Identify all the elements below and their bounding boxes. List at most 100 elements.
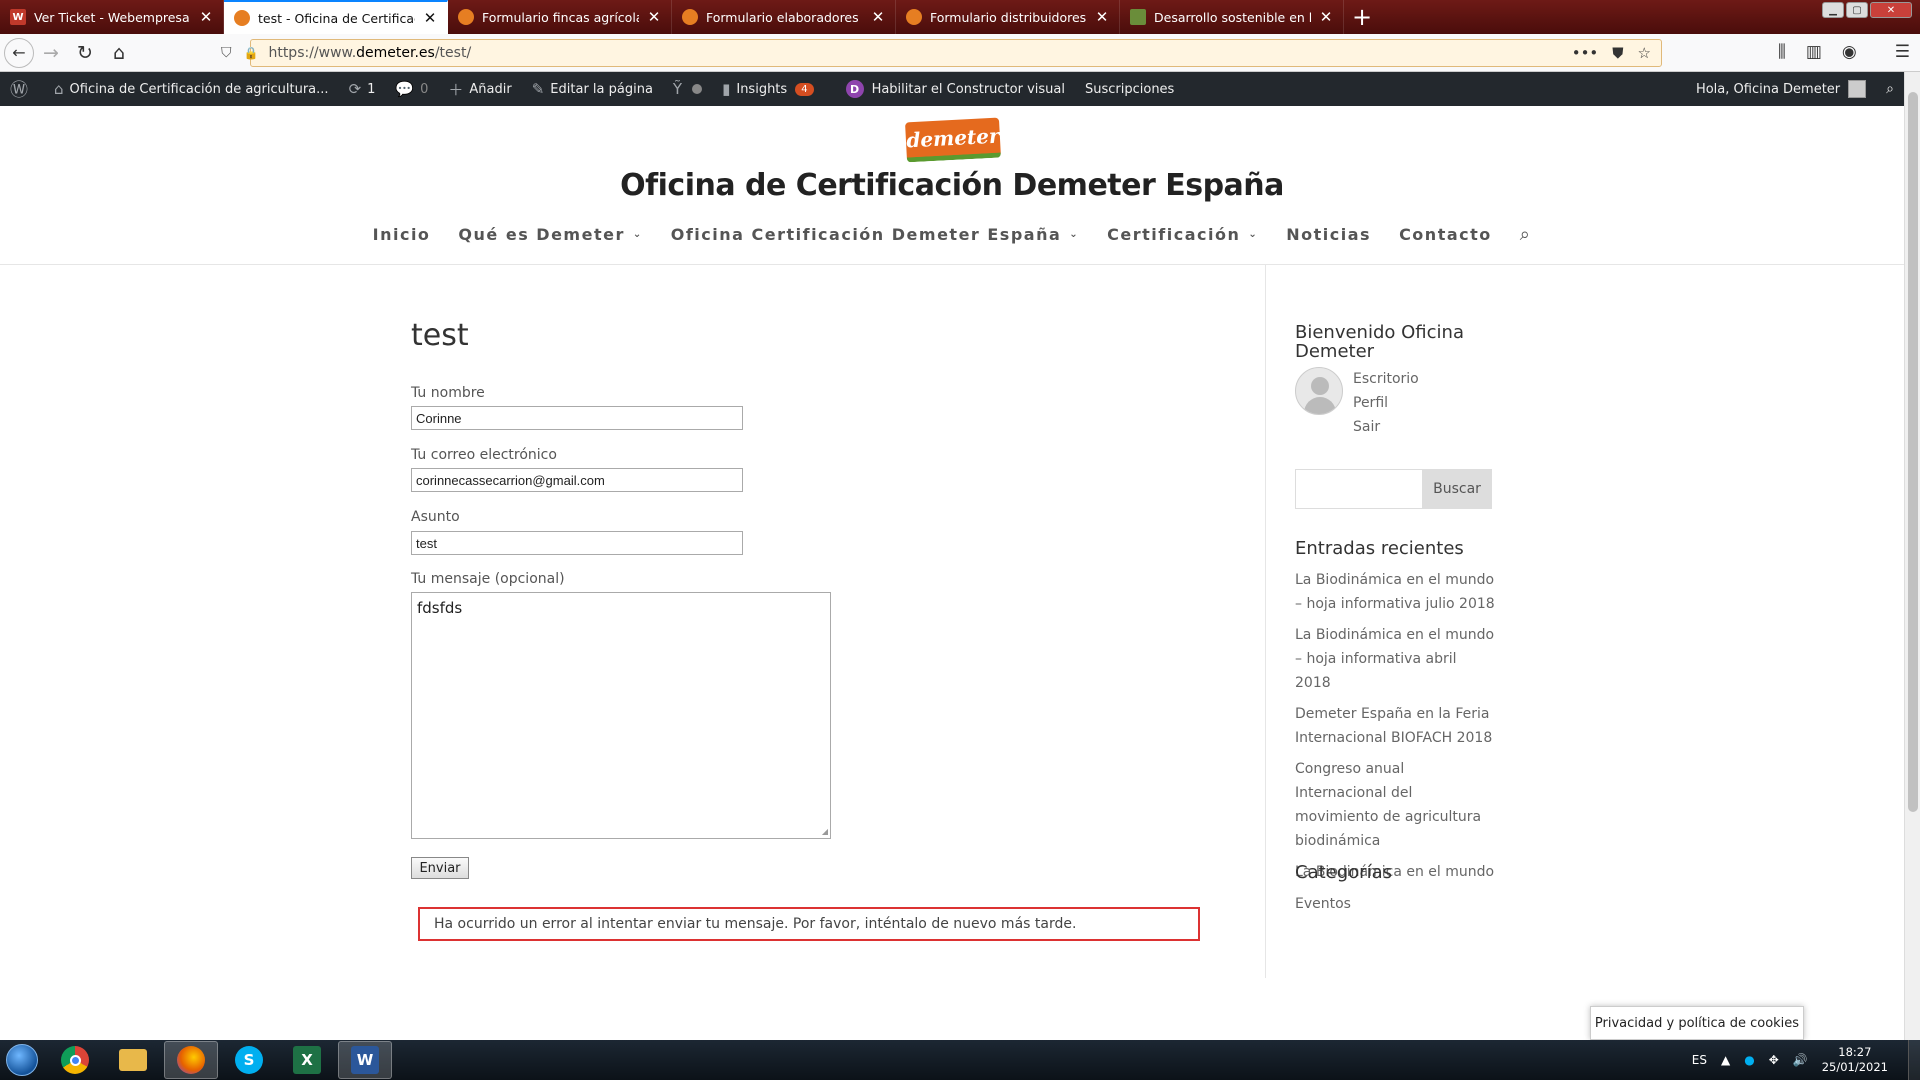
close-tab-icon[interactable]: ✕ xyxy=(423,9,437,27)
subscriptions-link[interactable]: Suscripciones xyxy=(1075,72,1184,106)
nav-item-inicio[interactable]: Inicio xyxy=(359,224,445,245)
bookmark-star-icon[interactable]: ☆ xyxy=(1638,44,1651,62)
start-button[interactable] xyxy=(0,1040,44,1080)
scrollbar-thumb[interactable] xyxy=(1908,92,1918,812)
cookie-policy-button[interactable]: Privacidad y política de cookies xyxy=(1590,1006,1804,1040)
chevron-down-icon: ⌄ xyxy=(1248,229,1259,240)
window-controls: ▁ ▢ ✕ xyxy=(1820,2,1912,18)
content-sidebar-divider xyxy=(1265,265,1266,978)
nav-item-contacto[interactable]: Contacto xyxy=(1385,224,1506,245)
home-icon[interactable]: ⌂ xyxy=(102,37,136,69)
menu-hamburger-icon[interactable]: ☰ xyxy=(1895,42,1910,62)
comments-count: 0 xyxy=(420,81,429,97)
tray-expand-icon[interactable]: ▲ xyxy=(1721,1053,1730,1067)
tracking-shield-icon[interactable]: ⛉ xyxy=(221,45,232,61)
send-button[interactable]: Enviar xyxy=(411,857,469,879)
skype-tray-icon[interactable]: ● xyxy=(1744,1053,1754,1067)
site-favicon-icon xyxy=(682,9,698,25)
clock[interactable]: 18:27 25/01/2021 xyxy=(1822,1045,1888,1075)
page-scrollbar[interactable] xyxy=(1904,72,1920,1040)
edit-label: Editar la página xyxy=(550,81,653,97)
dropbox-tray-icon[interactable]: ✥ xyxy=(1769,1053,1779,1067)
visual-builder-link[interactable]: D Habilitar el Constructor visual xyxy=(836,72,1075,106)
recent-post-link[interactable]: La Biodinámica en el mundo – hoja inform… xyxy=(1295,623,1495,695)
forward-arrow-icon[interactable]: → xyxy=(34,37,68,69)
my-account-menu[interactable]: Hola, Oficina Demeter xyxy=(1686,72,1876,106)
wordpress-logo-icon[interactable]: Ⓦ xyxy=(0,72,44,106)
browser-tab[interactable]: Formulario fincas agrícolas y/o ✕ xyxy=(448,0,672,34)
insights-label: Insights xyxy=(736,81,788,97)
recent-post-link[interactable]: Congreso anual Internacional del movimie… xyxy=(1295,757,1495,853)
pocket-icon[interactable]: ⛊ xyxy=(1612,44,1623,62)
close-tab-icon[interactable]: ✕ xyxy=(199,8,213,26)
nav-item-que-es-demeter[interactable]: Qué es Demeter ⌄ xyxy=(444,224,656,245)
user-avatar-icon xyxy=(1295,367,1343,415)
taskbar-word[interactable]: W xyxy=(338,1041,392,1079)
back-arrow-icon[interactable]: ← xyxy=(4,37,34,68)
browser-tab[interactable]: Desarrollo sostenible en la sierra ✕ xyxy=(1120,0,1344,34)
sidebar-link-escritorio[interactable]: Escritorio xyxy=(1353,367,1553,391)
error-message: Ha ocurrido un error al intentar enviar … xyxy=(418,907,1200,941)
close-tab-icon[interactable]: ✕ xyxy=(647,8,661,26)
taskbar-chrome[interactable] xyxy=(48,1041,102,1079)
browser-tab[interactable]: Formulario elaboradores - Oficina ✕ xyxy=(672,0,896,34)
nav-label: Certificación xyxy=(1107,225,1241,244)
yoast-seo-menu[interactable]: Ỹ xyxy=(663,72,712,106)
add-new-menu[interactable]: ＋ Añadir xyxy=(438,72,521,106)
browser-tab[interactable]: Formulario distribuidores - Oficina ✕ xyxy=(896,0,1120,34)
sidebar-search-button[interactable]: Buscar xyxy=(1422,469,1492,509)
subject-field[interactable] xyxy=(411,531,743,555)
taskbar-explorer[interactable] xyxy=(106,1041,160,1079)
new-tab-plus-icon[interactable]: + xyxy=(1344,0,1380,34)
page-actions-ellipsis-icon[interactable]: ••• xyxy=(1572,44,1599,62)
browser-tab-active[interactable]: test - Oficina de Certificación de ✕ xyxy=(224,0,448,34)
recent-post-link[interactable]: La Biodinámica en el mundo – hoja inform… xyxy=(1295,568,1495,616)
bar-chart-icon: ▮ xyxy=(722,80,731,98)
show-desktop-button[interactable] xyxy=(1908,1040,1920,1080)
nav-item-oficina[interactable]: Oficina Certificación Demeter España ⌄ xyxy=(657,224,1093,245)
updates-menu[interactable]: ⟳ 1 xyxy=(339,72,386,106)
sidebar-link-perfil[interactable]: Perfil xyxy=(1353,391,1553,415)
recent-posts-title: Entradas recientes xyxy=(1295,538,1464,559)
volume-icon[interactable]: 🔊 xyxy=(1793,1053,1808,1067)
maximize-icon[interactable]: ▢ xyxy=(1846,2,1868,18)
language-indicator[interactable]: ES xyxy=(1692,1053,1707,1067)
admin-search-icon[interactable]: ⌕ xyxy=(1876,72,1904,106)
site-name-menu[interactable]: ⌂ Oficina de Certificación de agricultura… xyxy=(44,72,339,106)
address-bar[interactable]: ⛉ 🔒 https://www. demeter.es/test/ ••• ⛊ ☆ xyxy=(221,39,1662,67)
sidebar-toggle-icon[interactable]: ▥ xyxy=(1806,42,1822,62)
recent-post-link[interactable]: Demeter España en la Feria Internacional… xyxy=(1295,702,1495,750)
resize-grip-icon[interactable]: ◢ xyxy=(822,827,828,836)
taskbar-excel[interactable]: X xyxy=(280,1041,334,1079)
search-icon[interactable]: ⌕ xyxy=(1506,224,1546,245)
account-icon[interactable]: ◉ xyxy=(1842,42,1857,62)
close-tab-icon[interactable]: ✕ xyxy=(871,8,885,26)
library-icon[interactable]: ⫼ xyxy=(1778,42,1786,62)
chevron-down-icon: ⌄ xyxy=(1069,229,1080,240)
comments-menu[interactable]: 💬 0 xyxy=(385,72,438,106)
window-close-icon[interactable]: ✕ xyxy=(1870,2,1912,18)
tab-title: Formulario elaboradores - Oficina xyxy=(706,9,863,25)
plus-icon: ＋ xyxy=(448,80,464,99)
chevron-down-icon: ⌄ xyxy=(632,229,643,240)
category-link[interactable]: Eventos xyxy=(1295,892,1495,916)
browser-tab[interactable]: W Ver Ticket - Webempresa Europa ✕ xyxy=(0,0,224,34)
close-tab-icon[interactable]: ✕ xyxy=(1095,8,1109,26)
close-tab-icon[interactable]: ✕ xyxy=(1319,8,1333,26)
nav-item-certificacion[interactable]: Certificación ⌄ xyxy=(1093,224,1272,245)
name-field[interactable] xyxy=(411,406,743,430)
insights-menu[interactable]: ▮ Insights 4 xyxy=(712,72,823,106)
lock-icon[interactable]: 🔒 xyxy=(244,46,259,60)
taskbar-firefox[interactable] xyxy=(164,1041,218,1079)
message-textarea[interactable]: fdsfds ◢ xyxy=(411,592,831,839)
nav-item-noticias[interactable]: Noticias xyxy=(1272,224,1385,245)
site-favicon-icon xyxy=(458,9,474,25)
demeter-logo[interactable]: demeter xyxy=(905,117,1001,163)
minimize-icon[interactable]: ▁ xyxy=(1822,2,1844,18)
reload-icon[interactable]: ↻ xyxy=(68,37,102,69)
sidebar-link-sair[interactable]: Sair xyxy=(1353,415,1553,439)
email-field[interactable] xyxy=(411,468,743,492)
taskbar-skype[interactable]: S xyxy=(222,1041,276,1079)
nav-label: Noticias xyxy=(1286,225,1372,244)
edit-page-link[interactable]: ✎ Editar la página xyxy=(522,72,663,106)
